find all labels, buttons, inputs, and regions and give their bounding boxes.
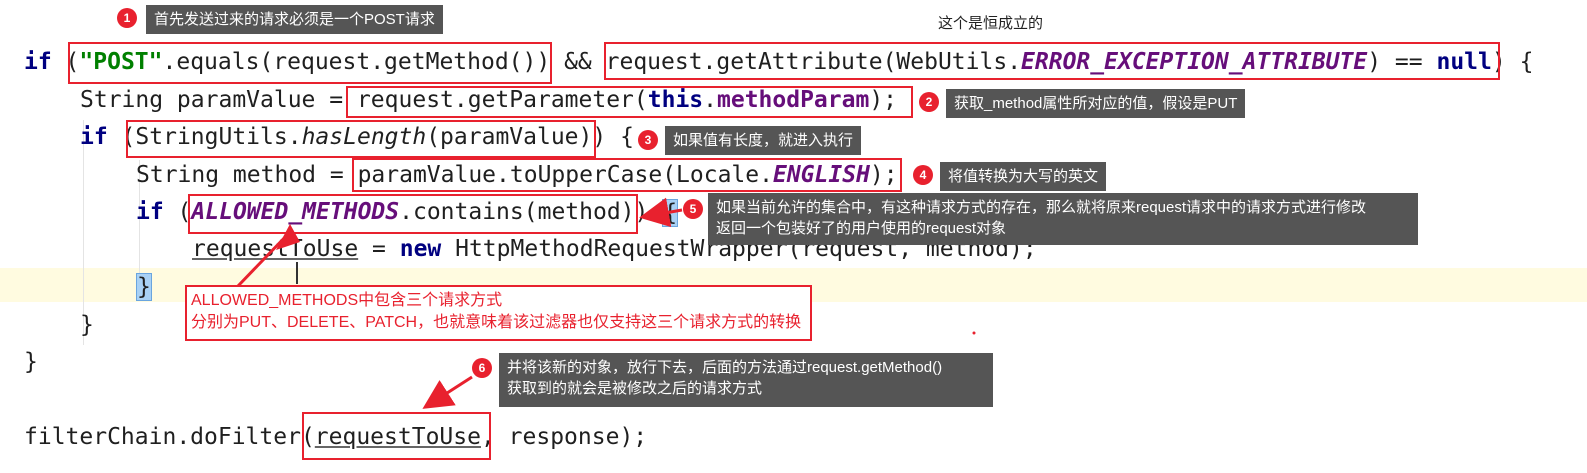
- variable: requestToUse: [192, 236, 359, 262]
- highlight-box-request-to-use: [302, 412, 491, 460]
- highlight-box-error-attribute: [604, 42, 1500, 80]
- note-6-line-2: 获取到的就会是被修改之后的请求方式: [507, 380, 763, 397]
- code-line-9[interactable]: }: [24, 344, 38, 381]
- text-cursor: [296, 262, 298, 284]
- keyword-new: new: [399, 236, 442, 262]
- keyword-if: if: [136, 199, 164, 225]
- code-line-8[interactable]: }: [80, 307, 94, 344]
- step-badge-5: 5: [683, 199, 703, 219]
- step-badge-4: 4: [913, 165, 933, 185]
- token: }: [24, 349, 38, 375]
- token: &&: [550, 49, 606, 75]
- note-4: 将值转换为大写的英文: [940, 162, 1107, 191]
- token: ): [634, 199, 663, 225]
- note-5-line-2: 返回一个包装好了的用户使用的request对象: [716, 220, 1007, 237]
- token: String method =: [136, 162, 358, 188]
- note-1: 首先发送过来的请求必须是一个POST请求: [146, 5, 443, 34]
- token: , response);: [480, 424, 648, 450]
- highlight-box-contains: [188, 194, 638, 234]
- keyword-if: if: [80, 124, 108, 150]
- note-3: 如果值有长度，就进入执行: [665, 126, 862, 155]
- allowed-methods-line-1: ALLOWED_METHODS中包含三个请求方式: [191, 292, 503, 309]
- step-badge-1: 1: [117, 8, 137, 28]
- note-5: 如果当前允许的集合中，有这种请求方式的存在，那么就将原来request请求中的请…: [708, 193, 1418, 245]
- step-badge-2: 2: [919, 92, 939, 112]
- token: =: [358, 236, 400, 262]
- token: filterChain.doFilter(: [24, 424, 315, 450]
- token: ) {: [592, 124, 634, 150]
- allowed-methods-note: ALLOWED_METHODS中包含三个请求方式 分别为PUT、DELETE、P…: [185, 285, 812, 341]
- highlight-box-to-upper-case: [352, 158, 902, 192]
- highlight-box-post-check: [68, 42, 552, 84]
- step-badge-6: 6: [472, 358, 492, 378]
- step-badge-3: 3: [638, 130, 658, 150]
- token: }: [80, 312, 94, 338]
- code-line-7[interactable]: }: [136, 268, 152, 305]
- matched-brace: {: [662, 198, 679, 227]
- token: String paramValue =: [80, 87, 357, 113]
- note-6: 并将该新的对象，放行下去，后面的方法通过request.getMethod() …: [499, 353, 993, 407]
- note-always-true: 这个是恒成立的: [938, 15, 1044, 32]
- keyword-if: if: [24, 49, 52, 75]
- note-5-line-1: 如果当前允许的集合中，有这种请求方式的存在，那么就将原来request请求中的请…: [716, 199, 1367, 216]
- note-2: 获取_method属性所对应的值，假设是PUT: [946, 89, 1246, 118]
- matched-brace: }: [136, 272, 152, 301]
- highlight-box-has-length: [126, 120, 596, 158]
- allowed-methods-line-2: 分别为PUT、DELETE、PATCH，也就意味着该过滤器也仅支持这三个请求方式…: [191, 314, 802, 331]
- highlight-box-get-parameter: [346, 86, 913, 118]
- note-6-line-1: 并将该新的对象，放行下去，后面的方法通过request.getMethod(): [507, 359, 943, 376]
